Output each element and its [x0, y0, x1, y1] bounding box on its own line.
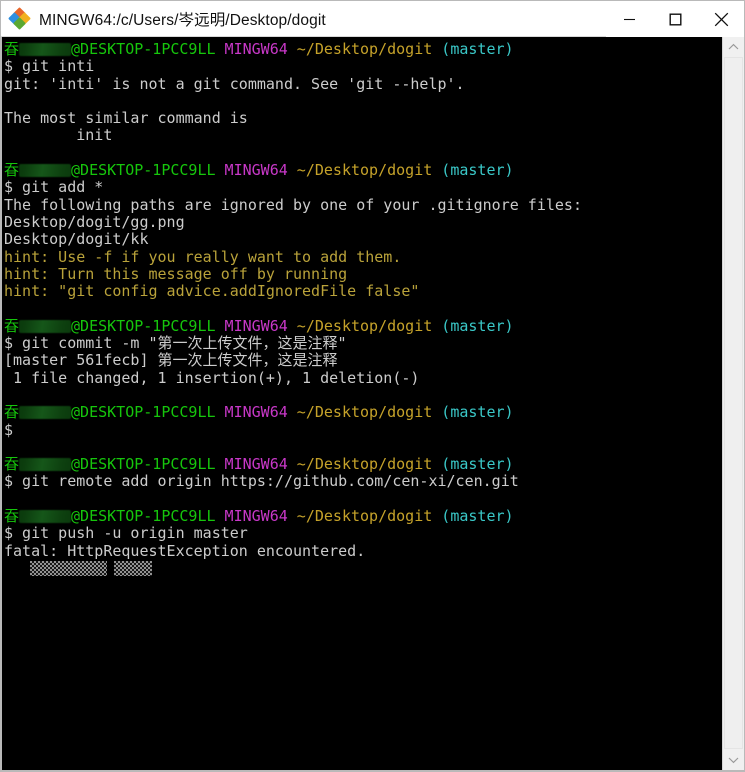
prompt-path: ~/Desktop/dogit: [296, 507, 433, 526]
prompt-user-redacted: 昋: [4, 317, 72, 335]
output-line: Desktop/dogit/kk: [4, 230, 149, 249]
prompt-user-redacted: 昋: [4, 40, 72, 58]
prompt-line: 昋 @DESKTOP-1PCC9LL MINGW64 ~/Desktop/dogi…: [4, 404, 722, 421]
prompt-path: ~/Desktop/dogit: [296, 40, 433, 58]
prompt-shell: MINGW64: [224, 455, 288, 474]
redacted-output-line: [4, 560, 722, 577]
output-line: [master 561fecb] 第一次上传文件，这是注释: [4, 351, 338, 370]
prompt-host: @DESKTOP-1PCC9LL: [71, 455, 216, 474]
mingw64-terminal-window: MINGW64:/c/Users/岑远明/Desktop/dogit 昋 @DE…: [0, 0, 745, 772]
vertical-scrollbar[interactable]: [722, 37, 744, 770]
minimize-icon: [623, 18, 635, 20]
hint-line: hint: "git config advice.addIgnoredFile …: [4, 282, 420, 301]
command-line: $ git commit -m "第一次上传文件，这是注释": [4, 334, 347, 353]
prompt-branch: (master): [441, 316, 514, 335]
chevron-down-icon: [728, 757, 739, 764]
maximize-button[interactable]: [652, 1, 698, 37]
prompt-line: 昋 @DESKTOP-1PCC9LL MINGW64 ~/Desktop/dogi…: [4, 161, 722, 180]
prompt-user-redacted: 昋: [4, 403, 72, 421]
prompt-host: @DESKTOP-1PCC9LL: [71, 40, 216, 58]
prompt-branch: (master): [441, 403, 514, 422]
command-line: $ git add *: [4, 178, 104, 197]
close-button[interactable]: [698, 1, 744, 37]
prompt-host: @DESKTOP-1PCC9LL: [71, 316, 216, 335]
prompt-host: @DESKTOP-1PCC9LL: [71, 161, 216, 180]
output-line: git: 'inti' is not a git command. See 'g…: [4, 74, 465, 93]
prompt-user-redacted: 昋: [4, 455, 72, 473]
prompt-path: ~/Desktop/dogit: [296, 316, 433, 335]
output-line: The most similar command is: [4, 109, 248, 128]
prompt-user-redacted: 昋: [4, 161, 72, 179]
prompt-path: ~/Desktop/dogit: [296, 403, 433, 422]
prompt-shell: MINGW64: [224, 316, 288, 335]
prompt-user-redacted: 昋: [4, 507, 72, 525]
prompt-shell: MINGW64: [224, 507, 288, 526]
prompt-branch: (master): [441, 455, 514, 474]
scroll-up-button[interactable]: [723, 37, 744, 57]
mosaic-redaction-block: [114, 560, 152, 576]
prompt-shell: MINGW64: [224, 40, 288, 58]
prompt-path: ~/Desktop/dogit: [296, 455, 433, 474]
prompt-host: @DESKTOP-1PCC9LL: [71, 507, 216, 526]
mingw-diamonds-icon: [8, 6, 31, 30]
scrollbar-track[interactable]: [723, 57, 744, 750]
prompt-line: 昋 @DESKTOP-1PCC9LL MINGW64 ~/Desktop/dogi…: [4, 507, 722, 526]
hint-line: hint: Use -f if you really want to add t…: [4, 247, 402, 266]
terminal-output[interactable]: 昋 @DESKTOP-1PCC9LL MINGW64 ~/Desktop/dogi…: [2, 37, 722, 770]
output-blank-line: [4, 93, 722, 110]
hint-line: hint: Turn this message off by running: [4, 264, 348, 283]
maximize-icon: [669, 13, 682, 26]
prompt-line: 昋 @DESKTOP-1PCC9LL MINGW64 ~/Desktop/dogi…: [4, 40, 722, 58]
scroll-down-button[interactable]: [723, 750, 744, 770]
prompt-branch: (master): [441, 507, 514, 526]
mosaic-redaction-block: [30, 560, 107, 576]
window-controls: [606, 1, 744, 37]
prompt-line: 昋 @DESKTOP-1PCC9LL MINGW64 ~/Desktop/dogi…: [4, 316, 722, 335]
command-line: $: [4, 420, 14, 439]
prompt-branch: (master): [441, 161, 514, 180]
prompt-line: 昋 @DESKTOP-1PCC9LL MINGW64 ~/Desktop/dogi…: [4, 455, 722, 474]
chevron-up-icon: [728, 43, 739, 50]
output-line: 1 file changed, 1 insertion(+), 1 deleti…: [4, 368, 420, 387]
prompt-path: ~/Desktop/dogit: [296, 161, 433, 180]
prompt-shell: MINGW64: [224, 403, 288, 422]
minimize-button[interactable]: [606, 1, 652, 37]
titlebar[interactable]: MINGW64:/c/Users/岑远明/Desktop/dogit: [1, 1, 744, 37]
output-line: fatal: HttpRequestException encountered.: [4, 541, 366, 560]
command-line: $ git push -u origin master: [4, 524, 248, 543]
prompt-branch: (master): [441, 40, 514, 58]
window-title: MINGW64:/c/Users/岑远明/Desktop/dogit: [39, 11, 326, 29]
output-line: init: [4, 126, 113, 145]
command-line: $ git remote add origin https://github.c…: [4, 472, 519, 491]
prompt-host: @DESKTOP-1PCC9LL: [71, 403, 216, 422]
scrollbar-thumb[interactable]: [724, 57, 743, 749]
close-icon: [714, 12, 728, 26]
output-line: The following paths are ignored by one o…: [4, 195, 582, 214]
output-line: Desktop/dogit/gg.png: [4, 212, 185, 231]
command-line: $ git inti: [4, 57, 95, 76]
terminal-area: 昋 @DESKTOP-1PCC9LL MINGW64 ~/Desktop/dogi…: [1, 37, 744, 771]
prompt-shell: MINGW64: [224, 161, 288, 180]
